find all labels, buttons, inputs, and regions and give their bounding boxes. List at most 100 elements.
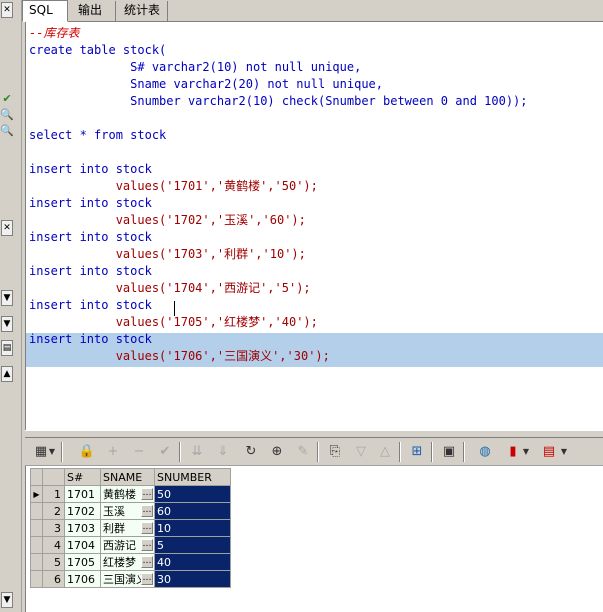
first-page-icon[interactable]: ⇊ bbox=[187, 442, 207, 462]
database-icon[interactable]: ◍ bbox=[475, 442, 495, 462]
tab-statistics[interactable]: 统计表 bbox=[118, 1, 168, 21]
row-indicator bbox=[30, 570, 43, 588]
ellipsis-button[interactable]: … bbox=[141, 488, 153, 500]
code-line: S# varchar2(10) not null unique, bbox=[29, 60, 362, 74]
cell-sid[interactable]: 1702 bbox=[64, 502, 101, 520]
row-indicator bbox=[30, 502, 43, 520]
text-caret bbox=[174, 301, 175, 316]
row-number: 4 bbox=[42, 536, 65, 554]
row-number: 3 bbox=[42, 519, 65, 537]
document-icon[interactable]: ▤ bbox=[1, 340, 13, 356]
cell-sid[interactable]: 1706 bbox=[64, 570, 101, 588]
code-line: insert into stock bbox=[29, 162, 152, 176]
search-icon[interactable]: 🔍 bbox=[0, 108, 14, 122]
column-header[interactable]: SNAME bbox=[100, 468, 155, 486]
cell-sname[interactable]: 黄鹤楼… bbox=[100, 485, 155, 503]
cell-sid[interactable]: 1705 bbox=[64, 553, 101, 571]
code-line: insert into stock bbox=[29, 196, 152, 210]
close-icon[interactable]: ✕ bbox=[1, 2, 13, 18]
chart-dropdown-icon[interactable]: ▼ bbox=[521, 442, 531, 462]
cell-sname[interactable]: 西游记 … bbox=[100, 536, 155, 554]
dropdown-arrow-icon[interactable]: ▼ bbox=[47, 442, 57, 462]
tab-output[interactable]: 输出 bbox=[72, 1, 116, 21]
table-row[interactable]: 5 1705 红楼梦 … 40 bbox=[30, 553, 231, 571]
delete-record-icon[interactable]: − bbox=[129, 442, 149, 462]
row-number: 5 bbox=[42, 553, 65, 571]
lock-icon[interactable]: 🔒 bbox=[77, 442, 97, 462]
cell-sname[interactable]: 玉溪… bbox=[100, 502, 155, 520]
post-edit-icon[interactable]: ✔ bbox=[155, 442, 175, 462]
code-line: values('1703','利群','10'); bbox=[29, 247, 306, 261]
cell-sname-text: 西游记 bbox=[103, 539, 136, 552]
table-row[interactable]: 2 1702 玉溪 … 60 bbox=[30, 502, 231, 520]
search-icon-2[interactable]: 🔍 bbox=[0, 124, 14, 138]
cell-sid[interactable]: 1704 bbox=[64, 536, 101, 554]
cell-snumber[interactable]: 30 bbox=[154, 570, 231, 588]
column-header[interactable]: SNUMBER bbox=[154, 468, 231, 486]
row-indicator bbox=[30, 536, 43, 554]
filter-up-icon[interactable]: △ bbox=[375, 442, 395, 462]
row-number: 1 bbox=[42, 485, 65, 503]
indicator-header bbox=[30, 468, 43, 486]
cell-sid[interactable]: 1703 bbox=[64, 519, 101, 537]
chevron-down-icon[interactable]: ▼ bbox=[1, 290, 13, 306]
code-line: values('1705','红楼梦','40'); bbox=[29, 315, 318, 329]
sql-editor[interactable]: --库存表 create table stock( S# varchar2(10)… bbox=[25, 22, 603, 430]
pane-splitter[interactable] bbox=[25, 430, 603, 438]
tree-icon[interactable]: ⊞ bbox=[407, 442, 427, 462]
ellipsis-button[interactable]: … bbox=[141, 573, 153, 585]
scroll-down-icon[interactable]: ▼ bbox=[1, 592, 13, 608]
add-record-icon[interactable]: + bbox=[103, 442, 123, 462]
cell-snumber[interactable]: 40 bbox=[154, 553, 231, 571]
code-line: insert into stock bbox=[29, 332, 152, 346]
clear-icon[interactable]: ✎ bbox=[293, 442, 313, 462]
row-indicator bbox=[30, 519, 43, 537]
left-gutter: ✕ ✔ 🔍 🔍 ✕ ▼ ▼ ▤ ▲ ▼ bbox=[0, 0, 22, 612]
chart-icon[interactable]: ▮ bbox=[503, 442, 523, 462]
tab-sql[interactable]: SQL bbox=[22, 0, 68, 22]
row-number: 2 bbox=[42, 502, 65, 520]
cell-sname-text: 利群 bbox=[103, 522, 125, 535]
cell-snumber[interactable]: 5 bbox=[154, 536, 231, 554]
cell-sname[interactable]: 红楼梦… bbox=[100, 553, 155, 571]
filter-down-icon[interactable]: ▽ bbox=[351, 442, 371, 462]
row-number: 6 bbox=[42, 570, 65, 588]
cell-sname[interactable]: 三国演义… bbox=[100, 570, 155, 588]
table-row[interactable]: 3 1703 利群 … 10 bbox=[30, 519, 231, 537]
next-page-icon[interactable]: ⇓ bbox=[213, 442, 233, 462]
cell-snumber[interactable]: 10 bbox=[154, 519, 231, 537]
code-line: values('1701','黄鹤楼','50'); bbox=[29, 179, 318, 193]
ellipsis-button[interactable]: … bbox=[141, 522, 153, 534]
code-line: Sname varchar2(20) not null unique, bbox=[29, 77, 384, 91]
chevron-down-icon-2[interactable]: ▼ bbox=[1, 316, 13, 332]
result-grid[interactable]: S# SNAME SNUMBER ▶ 1 1701 黄鹤楼… 50 2 1702 玉溪… 60 3… bbox=[25, 466, 603, 612]
code-line: insert into stock bbox=[29, 230, 152, 244]
refresh-icon[interactable]: ↻ bbox=[241, 442, 261, 462]
table-row[interactable]: 6 1706 三国演义… 30 bbox=[30, 570, 231, 588]
close-icon-2[interactable]: ✕ bbox=[1, 220, 13, 236]
scroll-up-icon[interactable]: ▲ bbox=[1, 366, 13, 382]
table-icon[interactable]: ▤ bbox=[539, 442, 559, 462]
code-line: values('1702','玉溪','60'); bbox=[29, 213, 306, 227]
check-icon[interactable]: ✔ bbox=[0, 92, 14, 106]
cell-snumber[interactable]: 50 bbox=[154, 485, 231, 503]
ellipsis-button[interactable]: … bbox=[141, 505, 153, 517]
cell-snumber[interactable]: 60 bbox=[154, 502, 231, 520]
table-row[interactable]: ▶ 1 1701 黄鹤楼 … 50 bbox=[30, 485, 231, 503]
save-icon[interactable]: ▣ bbox=[439, 442, 459, 462]
tab-bar: SQL 输出 统计表 bbox=[22, 0, 603, 22]
column-header[interactable]: S# bbox=[64, 468, 101, 486]
cell-sname[interactable]: 利群 … bbox=[100, 519, 155, 537]
table-row[interactable]: 4 1704 西游记 … 5 bbox=[30, 536, 231, 554]
row-indicator: ▶ bbox=[30, 485, 43, 503]
code-line: values('1706','三国演义','30'); bbox=[29, 349, 330, 363]
code-line: insert into stock bbox=[29, 298, 152, 312]
code-line: insert into stock bbox=[29, 264, 152, 278]
table-dropdown-icon[interactable]: ▼ bbox=[559, 442, 569, 462]
export-icon[interactable]: ⎘ bbox=[325, 442, 345, 462]
rownum-header bbox=[42, 468, 65, 486]
cell-sid[interactable]: 1701 bbox=[64, 485, 101, 503]
ellipsis-button[interactable]: … bbox=[141, 556, 153, 568]
find-icon[interactable]: ⊕ bbox=[267, 442, 287, 462]
ellipsis-button[interactable]: … bbox=[141, 539, 153, 551]
